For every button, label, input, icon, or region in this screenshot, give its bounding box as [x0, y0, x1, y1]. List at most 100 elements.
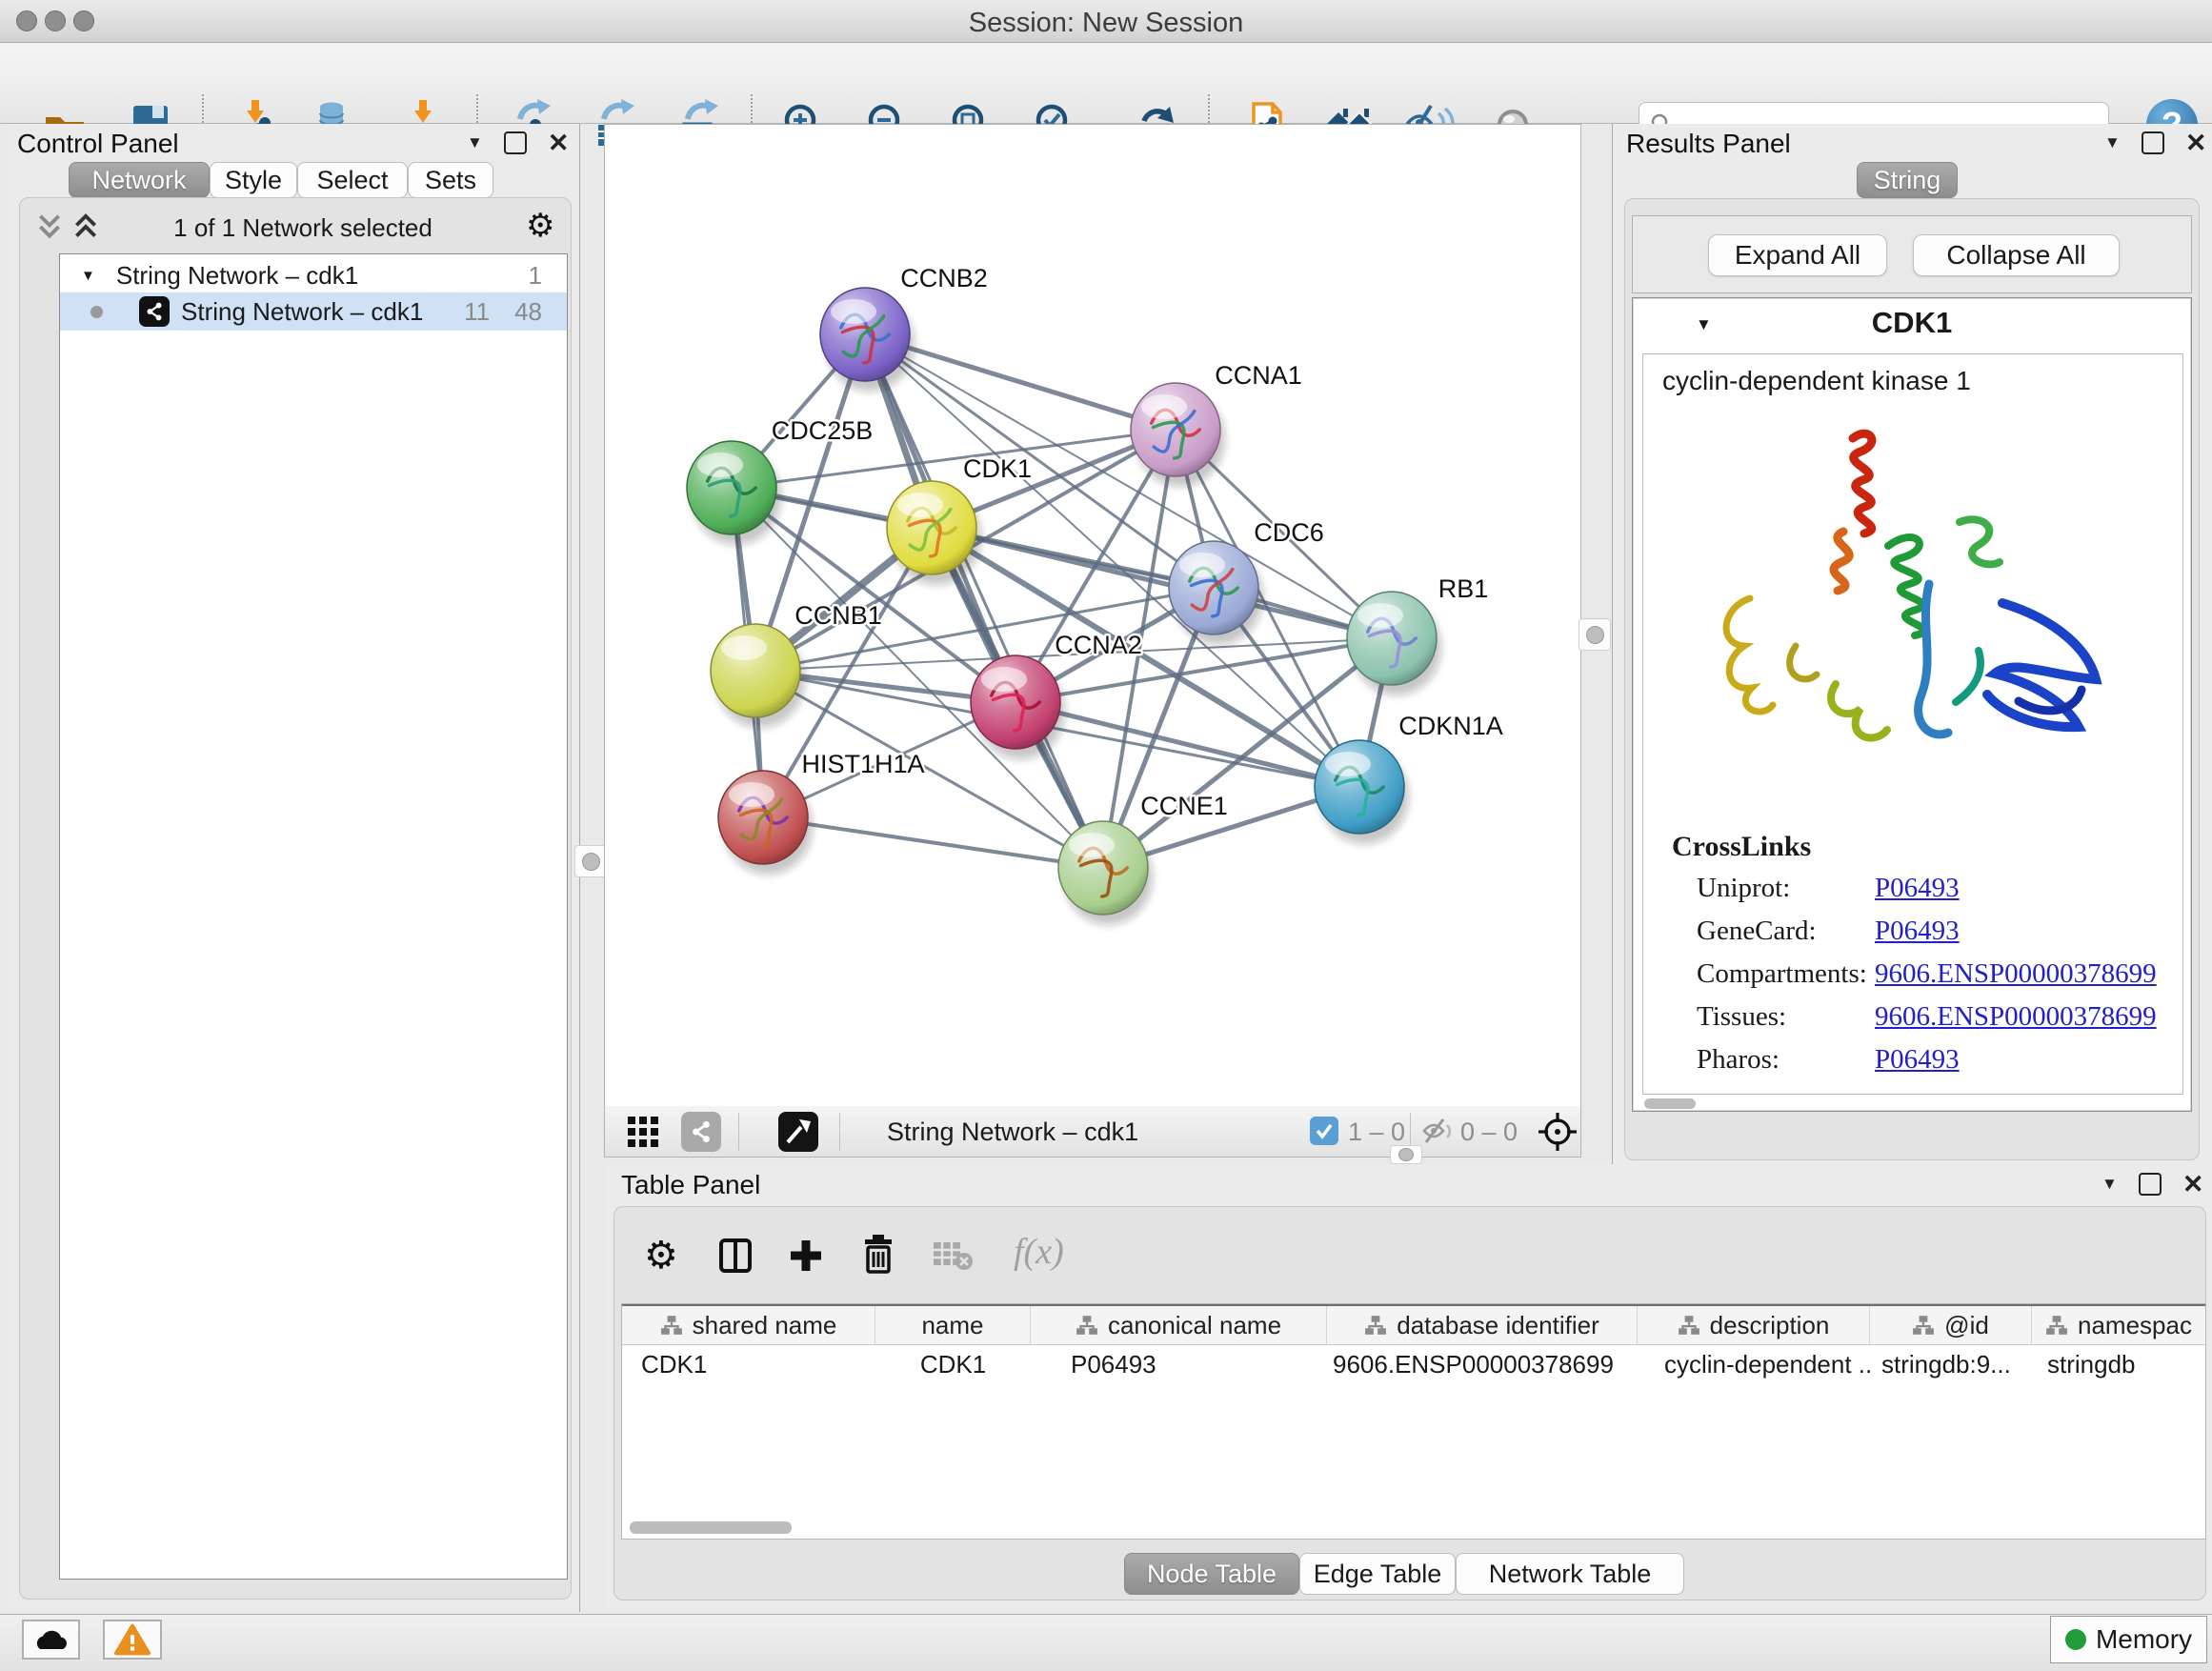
tab-node-table[interactable]: Node Table	[1124, 1553, 1299, 1595]
memory-button[interactable]: Memory	[2050, 1616, 2207, 1663]
tree-expand-icon[interactable]: ▼	[81, 268, 95, 284]
tree-icon	[1076, 1315, 1098, 1336]
crosslink-tissues-link[interactable]: 9606.ENSP00000378699	[1875, 1001, 2157, 1033]
current-network-dot-icon	[90, 306, 103, 318]
fit-selected-crosshair-icon[interactable]	[1537, 1111, 1579, 1153]
control-panel-title: Control Panel	[17, 129, 179, 159]
network-collection-row[interactable]: ▼ String Network – cdk1 1	[60, 254, 567, 292]
column-header: description	[1638, 1306, 1870, 1344]
node-label-CDC25B: CDC25B	[772, 416, 874, 445]
panel-close-icon[interactable]: ✕	[2185, 133, 2207, 152]
selected-count: 1 – 0	[1348, 1117, 1405, 1147]
crosslink-pharos-link[interactable]: P06493	[1875, 1044, 1960, 1076]
node-label-RB1: RB1	[1438, 574, 1489, 603]
tab-select[interactable]: Select	[297, 162, 408, 198]
warning-status-button[interactable]	[103, 1620, 162, 1660]
birds-eye-view-icon[interactable]	[778, 1112, 818, 1152]
table-options-gear-icon[interactable]: ⚙	[644, 1237, 678, 1275]
network-row-label: String Network – cdk1	[181, 297, 423, 327]
crosslink-compartments-link[interactable]: 9606.ENSP00000378699	[1875, 958, 2157, 990]
table-panel: Table Panel ▼ ✕ ⚙ f(x) shared name name …	[604, 1164, 2212, 1612]
application-window: Session: New Session	[0, 0, 2212, 1671]
crosslink-uniprot-link[interactable]: P06493	[1875, 873, 1960, 904]
network-node-CDKN1A[interactable]	[1315, 740, 1409, 844]
results-panel: Results Panel ▼ ✕ String Expand All Coll…	[1612, 124, 2212, 1164]
network-canvas[interactable]: CCNB2CCNA1CDC25BCDK1CDC6RB1CCNB1CCNA2CDK…	[604, 124, 1581, 1107]
node-table[interactable]: shared name name canonical name database…	[621, 1303, 2206, 1540]
network-collection-label: String Network – cdk1	[116, 261, 358, 291]
right-splitter-handle[interactable]	[1579, 618, 1611, 651]
crosslink-genecard-link[interactable]: P06493	[1875, 916, 1960, 947]
panel-close-icon[interactable]: ✕	[548, 133, 570, 152]
panel-collapse-icon[interactable]: ▼	[2104, 133, 2121, 152]
create-column-icon[interactable]	[787, 1237, 825, 1275]
table-horizontal-scrollbar[interactable]	[630, 1521, 792, 1534]
string-app-icon	[139, 296, 170, 327]
column-header: namespac	[2032, 1306, 2205, 1344]
network-node-RB1[interactable]	[1347, 592, 1441, 695]
collection-count: 1	[529, 261, 542, 291]
tab-sets[interactable]: Sets	[408, 162, 493, 198]
cloud-status-button[interactable]	[22, 1620, 80, 1660]
node-label-CCNE1: CCNE1	[1140, 792, 1228, 820]
panel-collapse-icon[interactable]: ▼	[2101, 1175, 2118, 1194]
node-label-HIST1H1A: HIST1H1A	[801, 750, 924, 778]
expand-all-button[interactable]: Expand All	[1708, 234, 1887, 276]
collapse-all-networks-icon[interactable]	[70, 211, 101, 242]
edge-count: 48	[514, 297, 542, 327]
network-node-HIST1H1A[interactable]	[718, 771, 813, 875]
toolbar-divider	[738, 1113, 739, 1151]
network-share-view-icon[interactable]	[681, 1112, 721, 1152]
tab-edge-table[interactable]: Edge Table	[1299, 1553, 1456, 1595]
network-row-selected[interactable]: String Network – cdk1 11 48	[60, 292, 567, 331]
grid-view-icon[interactable]	[626, 1115, 660, 1149]
tab-network-table[interactable]: Network Table	[1456, 1553, 1684, 1595]
panel-float-icon[interactable]	[2142, 131, 2164, 154]
network-node-CDK1[interactable]	[887, 481, 981, 585]
network-node-CCNA2[interactable]	[971, 655, 1065, 759]
tab-network[interactable]: Network	[69, 162, 210, 198]
network-options-gear-icon[interactable]: ⚙	[526, 210, 554, 242]
column-header: shared name	[622, 1306, 875, 1344]
tree-icon	[1364, 1315, 1387, 1336]
control-panel: Control Panel ▼ ✕ Network Style Select S…	[8, 124, 580, 1612]
function-builder-fx-disabled: f(x)	[1014, 1231, 1064, 1273]
network-node-CCNB2[interactable]	[820, 288, 915, 392]
collapse-all-button[interactable]: Collapse All	[1913, 234, 2120, 276]
results-horizontal-scrollbar[interactable]	[1644, 1098, 1696, 1109]
gene-detail-box: cyclin-dependent kinase 1	[1642, 353, 2183, 1095]
column-header: name	[875, 1306, 1031, 1344]
tab-string[interactable]: String	[1857, 162, 1958, 198]
panel-float-icon[interactable]	[2139, 1173, 2162, 1196]
crosslink-label: Uniprot:	[1697, 873, 1790, 904]
hidden-count: 0 – 0	[1460, 1117, 1518, 1147]
panel-collapse-icon[interactable]: ▼	[467, 133, 483, 152]
tree-icon	[1912, 1315, 1935, 1336]
network-graph[interactable]: CCNB2CCNA1CDC25BCDK1CDC6RB1CCNB1CCNA2CDK…	[605, 125, 1580, 1106]
network-selection-summary: 1 of 1 Network selected	[112, 213, 493, 243]
expand-all-networks-icon[interactable]	[34, 211, 65, 242]
panel-close-icon[interactable]: ✕	[2182, 1175, 2204, 1194]
network-view-toolbar: String Network – cdk1 1 – 0 0 – 0	[604, 1106, 1581, 1158]
network-node-CCNA1[interactable]	[1131, 383, 1225, 487]
delete-table-icon-disabled	[932, 1240, 974, 1273]
delete-column-trash-icon[interactable]	[859, 1233, 897, 1275]
panel-float-icon[interactable]	[504, 131, 527, 154]
title-bar: Session: New Session	[0, 0, 2212, 43]
network-list: ▼ String Network – cdk1 1 String Network…	[59, 253, 568, 1580]
memory-ok-dot-icon	[2065, 1629, 2086, 1650]
table-panel-title: Table Panel	[621, 1170, 760, 1200]
bottom-splitter-handle[interactable]	[1390, 1145, 1422, 1164]
column-header: canonical name	[1031, 1306, 1327, 1344]
tree-icon	[2045, 1315, 2068, 1336]
table-row[interactable]: CDK1 CDK1 P06493 9606.ENSP00000378699 cy…	[622, 1345, 2205, 1383]
gene-symbol: CDK1	[1633, 306, 2191, 340]
left-splitter-handle[interactable]	[574, 845, 607, 877]
crosslinks-title: CrossLinks	[1672, 831, 1811, 863]
status-bar: Memory	[0, 1614, 2212, 1671]
tab-style[interactable]: Style	[210, 162, 297, 198]
selected-checkbox-icon[interactable]	[1310, 1117, 1338, 1145]
network-node-CDC25B[interactable]	[687, 441, 781, 545]
hidden-eye-slash-icon[interactable]	[1422, 1116, 1457, 1146]
show-columns-icon[interactable]	[716, 1237, 754, 1275]
